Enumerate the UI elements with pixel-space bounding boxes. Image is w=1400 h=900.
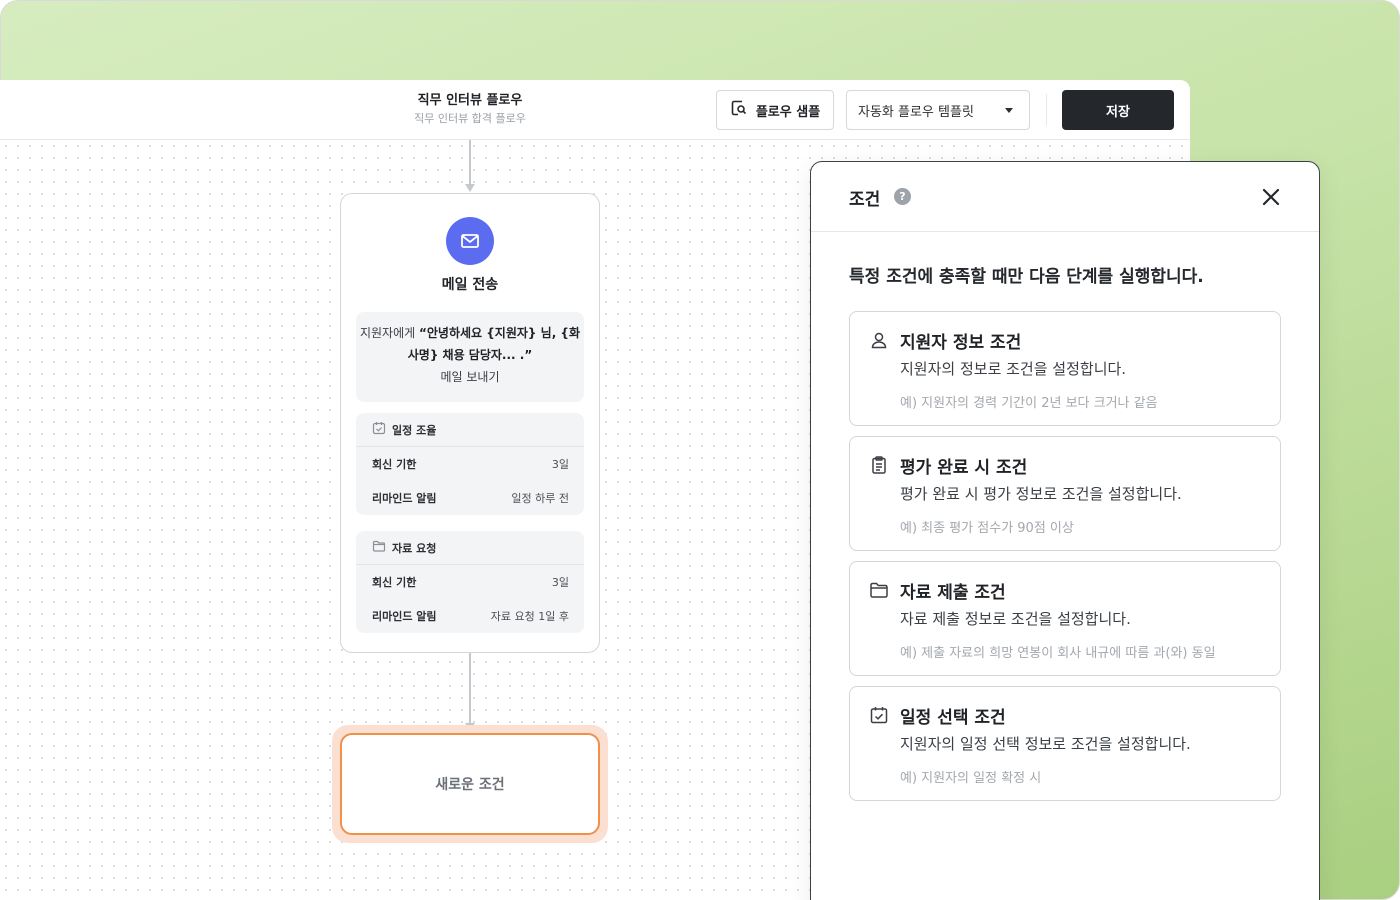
condition-option-evaluation[interactable]: 평가 완료 시 조건 평가 완료 시 평가 정보로 조건을 설정합니다. 예) … (849, 436, 1281, 551)
search-document-icon (730, 99, 748, 121)
info-row-value: 일정 하루 전 (511, 492, 569, 505)
info-row-key: 회신 기한 (372, 458, 417, 471)
condition-option-documents[interactable]: 자료 제출 조건 자료 제출 정보로 조건을 설정합니다. 예) 제출 자료의 … (849, 561, 1281, 676)
condition-title: 지원자 정보 조건 (900, 333, 1022, 353)
connector-line (469, 653, 471, 725)
schedule-card-header: 일정 조율 (356, 413, 584, 447)
connector-arrow (465, 184, 475, 192)
panel-title: 조건 (849, 190, 881, 210)
flow-sample-button[interactable]: 플로우 샘플 (716, 90, 834, 130)
condition-example: 예) 지원자의 경력 기간이 2년 보다 크거나 같음 (900, 396, 1158, 411)
condition-panel: 조건 ? 특정 조건에 충족할 때만 다음 단계를 실행합니다. 지원자 정보 … (810, 161, 1320, 900)
info-row-value: 자료 요청 1일 후 (490, 610, 569, 623)
info-row-value: 3일 (551, 576, 569, 589)
condition-example: 예) 지원자의 일정 확정 시 (900, 771, 1042, 786)
flow-subtitle: 직무 인터뷰 합격 플로우 (414, 112, 526, 125)
calendar-check-icon (869, 705, 889, 725)
flow-title-block: 직무 인터뷰 플로우 직무 인터뷰 합격 플로우 (360, 92, 580, 128)
schedule-card: 일정 조율 회신 기한 3일 리마인드 알림 일정 하루 전 (356, 413, 584, 515)
template-select-value: 자동화 플로우 템플릿 (858, 104, 974, 120)
clipboard-icon (869, 455, 889, 475)
condition-subtitle: 지원자의 일정 선택 정보로 조건을 설정합니다. (900, 735, 1191, 753)
folder-icon (869, 580, 889, 600)
condition-option-schedule[interactable]: 일정 선택 조건 지원자의 일정 선택 정보로 조건을 설정합니다. 예) 지원… (849, 686, 1281, 801)
condition-example: 예) 최종 평가 점수가 90점 이상 (900, 521, 1074, 536)
folder-icon (372, 539, 386, 556)
save-button[interactable]: 저장 (1062, 90, 1174, 130)
close-button[interactable] (1257, 183, 1285, 211)
info-row-key: 회신 기한 (372, 576, 417, 589)
info-row: 회신 기한 3일 (356, 447, 584, 481)
flow-title: 직무 인터뷰 플로우 (417, 93, 523, 108)
info-row: 리마인드 알림 일정 하루 전 (356, 481, 584, 515)
schedule-card-label: 일정 조율 (392, 423, 437, 437)
condition-subtitle: 평가 완료 시 평가 정보로 조건을 설정합니다. (900, 485, 1182, 503)
info-row: 리마인드 알림 자료 요청 1일 후 (356, 599, 584, 633)
connector-line (469, 140, 471, 186)
email-node-title: 메일 전송 (441, 277, 499, 293)
email-message-preview: 지원자에게 “안녕하세요 {지원자} 님, {화사명} 채용 담당자... .”… (356, 312, 584, 402)
message-prefix: 지원자에게 (359, 326, 416, 340)
condition-option-applicant-info[interactable]: 지원자 정보 조건 지원자의 정보로 조건을 설정합니다. 예) 지원자의 경력… (849, 311, 1281, 426)
info-row: 회신 기한 3일 (356, 565, 584, 599)
condition-example: 예) 제출 자료의 희망 연봉이 회사 내규에 따름 과(와) 동일 (900, 646, 1216, 661)
info-row-key: 리마인드 알림 (372, 610, 437, 623)
mail-icon (446, 217, 494, 265)
flow-sample-label: 플로우 샘플 (755, 104, 821, 120)
condition-subtitle: 지원자의 정보로 조건을 설정합니다. (900, 360, 1127, 378)
documents-card-label: 자료 요청 (392, 541, 437, 555)
email-send-node[interactable]: 메일 전송 지원자에게 “안녕하세요 {지원자} 님, {화사명} 채용 담당자… (340, 193, 600, 653)
message-quote: “안녕하세요 {지원자} 님, {화사명} 채용 담당자... .” (407, 326, 581, 362)
condition-title: 자료 제출 조건 (900, 583, 1006, 603)
condition-title: 일정 선택 조건 (900, 708, 1006, 728)
message-suffix: 메일 보내기 (440, 370, 500, 384)
documents-card-header: 자료 요청 (356, 531, 584, 565)
condition-subtitle: 자료 제출 정보로 조건을 설정합니다. (900, 610, 1131, 628)
toolbar-divider (1046, 94, 1047, 126)
user-icon (869, 330, 889, 350)
info-row-value: 3일 (551, 458, 569, 471)
info-row-key: 리마인드 알림 (372, 492, 437, 505)
editor-toolbar: 직무 인터뷰 플로우 직무 인터뷰 합격 플로우 플로우 샘플 자동화 플로우 … (0, 80, 1190, 140)
caret-down-icon (1005, 107, 1013, 113)
help-icon[interactable]: ? (894, 188, 911, 205)
new-condition-node[interactable]: 새로운 조건 (340, 733, 600, 835)
close-icon (1262, 188, 1280, 206)
documents-card: 자료 요청 회신 기한 3일 리마인드 알림 자료 요청 1일 후 (356, 531, 584, 633)
condition-title: 평가 완료 시 조건 (900, 458, 1028, 478)
condition-panel-header: 조건 ? (811, 162, 1319, 232)
template-select[interactable]: 자동화 플로우 템플릿 (846, 90, 1030, 130)
panel-description: 특정 조건에 충족할 때만 다음 단계를 실행합니다. (849, 267, 1204, 287)
calendar-check-icon (372, 421, 386, 438)
